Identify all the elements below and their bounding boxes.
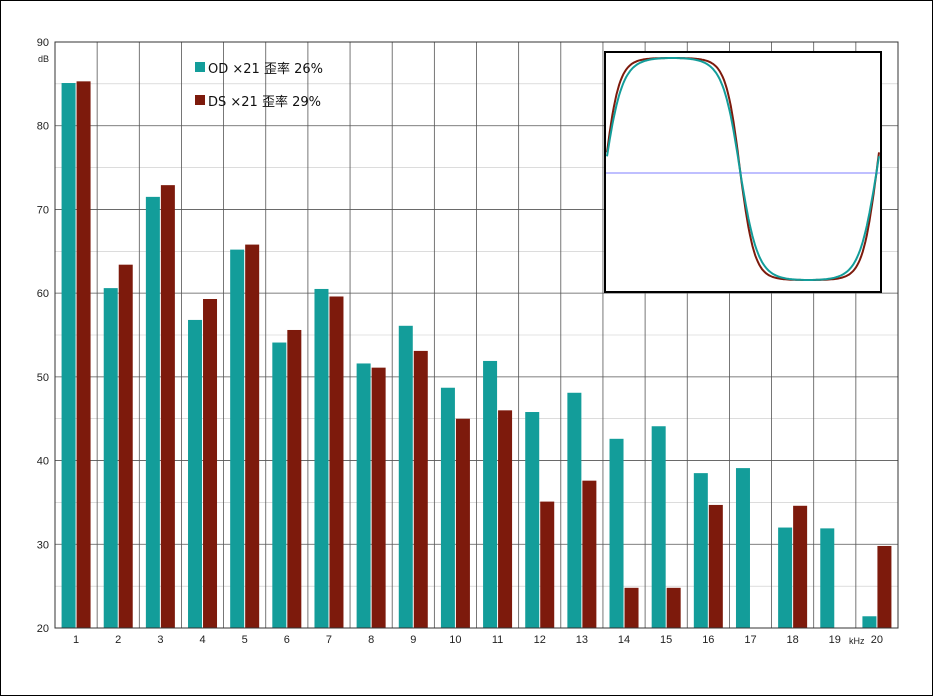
x-tick-label: 11 bbox=[492, 634, 503, 646]
x-tick-label: 5 bbox=[242, 634, 248, 646]
x-tick-label: 19 bbox=[829, 634, 841, 646]
harmonic-bar-chart: 2030405060708090dB1 2 3 4 5 6 7 8 9 10 11 12 13 14 15 1… bbox=[37, 37, 899, 646]
bar-od-1 bbox=[61, 83, 76, 628]
x-tick-label: 12 bbox=[534, 634, 546, 646]
bar-od-8 bbox=[356, 363, 371, 628]
x-axis-label: kHz bbox=[849, 636, 865, 646]
bar-ds-12 bbox=[540, 501, 555, 628]
y-tick-label: 30 bbox=[37, 539, 49, 551]
bar-od-19 bbox=[820, 528, 835, 628]
x-tick-label: 18 bbox=[787, 634, 799, 646]
bar-ds-14 bbox=[624, 587, 639, 628]
x-tick-label: 16 bbox=[702, 634, 714, 646]
bar-od-14 bbox=[609, 438, 624, 628]
bar-od-2 bbox=[103, 288, 118, 628]
y-tick-label: 90 bbox=[37, 37, 49, 49]
y-tick-label: 40 bbox=[37, 456, 49, 468]
legend-swatch-od bbox=[195, 62, 205, 72]
bar-od-11 bbox=[483, 360, 498, 628]
inset-box bbox=[604, 51, 882, 293]
legend-label-ds: DS ×21 歪率 29% bbox=[208, 94, 321, 110]
bar-ds-3 bbox=[160, 185, 175, 628]
waveform-inset bbox=[604, 51, 882, 293]
x-tick-label: 6 bbox=[284, 634, 290, 646]
bar-ds-1 bbox=[76, 81, 91, 629]
bar-ds-8 bbox=[371, 367, 386, 628]
bar-od-9 bbox=[398, 325, 413, 628]
bar-ds-9 bbox=[413, 350, 428, 628]
bar-od-17 bbox=[735, 468, 750, 628]
legend-label-od: OD ×21 歪率 26% bbox=[208, 61, 323, 77]
bar-ds-2 bbox=[118, 264, 133, 628]
y-tick-label: 50 bbox=[37, 372, 49, 384]
bar-od-16 bbox=[693, 473, 708, 628]
y-tick-label: 80 bbox=[37, 121, 49, 133]
bar-ds-6 bbox=[287, 329, 302, 628]
bar-od-6 bbox=[272, 342, 287, 628]
x-tick-label: 3 bbox=[157, 634, 163, 646]
y-tick-label: 20 bbox=[37, 623, 49, 635]
y-tick-label: 60 bbox=[37, 288, 49, 300]
x-tick-label: 4 bbox=[199, 634, 205, 646]
bar-ds-11 bbox=[498, 410, 513, 628]
bar-od-10 bbox=[440, 387, 455, 628]
x-tick-label: 8 bbox=[368, 634, 374, 646]
x-tick-label: 20 bbox=[871, 634, 883, 646]
x-tick-label: 9 bbox=[410, 634, 416, 646]
bar-od-3 bbox=[145, 196, 160, 628]
bar-ds-18 bbox=[793, 505, 808, 628]
bar-od-20 bbox=[862, 616, 877, 628]
bar-ds-20 bbox=[877, 545, 892, 628]
x-tick-label: 13 bbox=[576, 634, 588, 646]
bar-od-18 bbox=[778, 527, 793, 628]
bar-ds-7 bbox=[329, 296, 344, 628]
x-tick-label: 2 bbox=[115, 634, 121, 646]
bar-ds-16 bbox=[708, 504, 723, 628]
x-tick-label: 7 bbox=[326, 634, 332, 646]
bar-ds-10 bbox=[455, 418, 470, 628]
bar-od-12 bbox=[525, 412, 540, 628]
bar-od-5 bbox=[230, 249, 245, 628]
x-tick-label: 1 bbox=[73, 634, 79, 646]
bar-od-15 bbox=[651, 426, 666, 628]
x-tick-label: 14 bbox=[618, 634, 630, 646]
bar-ds-4 bbox=[203, 299, 218, 628]
bar-ds-5 bbox=[245, 244, 260, 629]
bar-od-4 bbox=[188, 319, 203, 628]
x-tick-label: 17 bbox=[744, 634, 756, 646]
x-tick-label: 15 bbox=[660, 634, 672, 646]
y-axis-label: dB bbox=[38, 54, 49, 64]
bar-od-7 bbox=[314, 288, 329, 628]
legend-swatch-ds bbox=[195, 95, 205, 105]
bar-ds-13 bbox=[582, 480, 597, 628]
y-tick-label: 70 bbox=[37, 204, 49, 216]
bar-ds-15 bbox=[666, 587, 681, 628]
bar-od-13 bbox=[567, 392, 582, 628]
x-tick-label: 10 bbox=[449, 634, 461, 646]
